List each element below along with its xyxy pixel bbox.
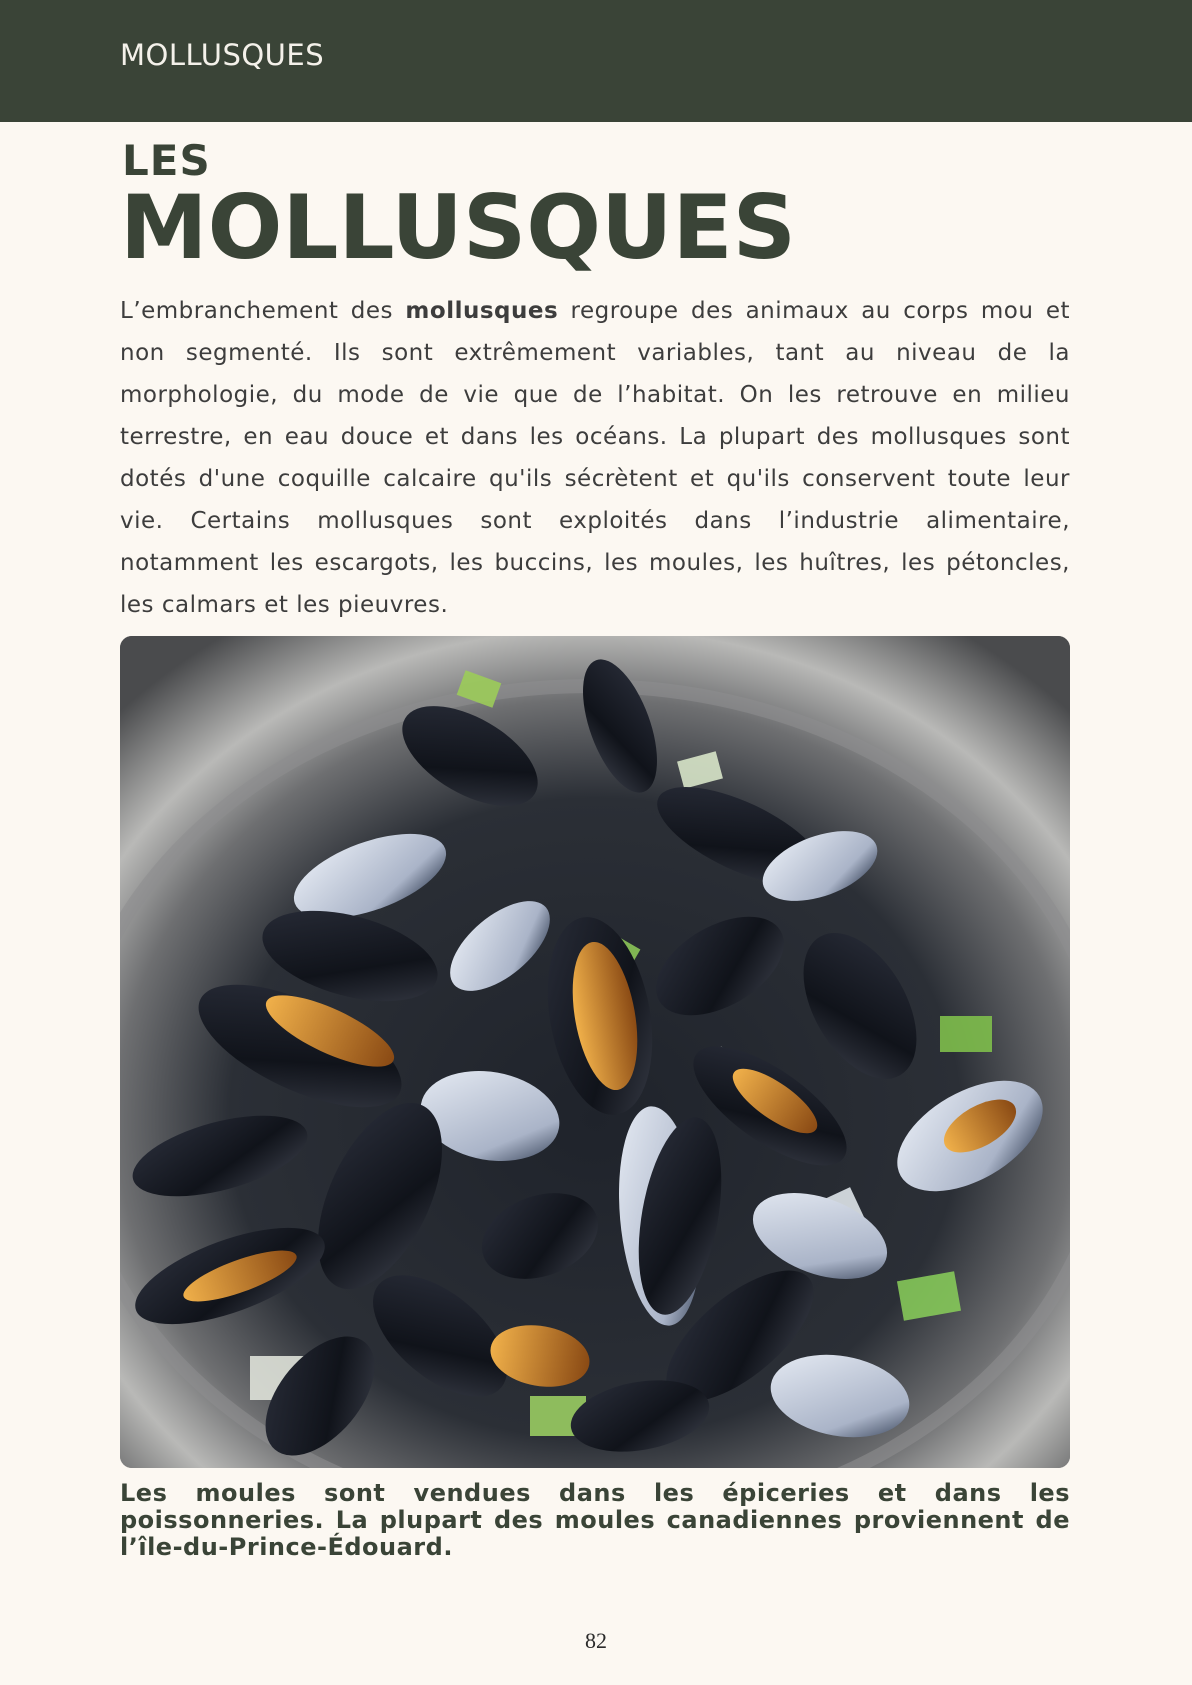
photo-caption: Les moules sont vendues dans les épiceri… bbox=[120, 1479, 1070, 1561]
mussels-illustration bbox=[120, 636, 1070, 1468]
page-title: MOLLUSQUES bbox=[120, 176, 796, 279]
mussels-photo bbox=[120, 636, 1070, 1468]
running-head: MOLLUSQUES bbox=[120, 38, 325, 72]
page-number: 82 bbox=[585, 1628, 607, 1653]
intro-text-rest: regroupe des animaux au corps mou et non… bbox=[120, 298, 1070, 618]
intro-bold-term: mollusques bbox=[405, 298, 559, 324]
intro-text-start: L’embranchement des bbox=[120, 298, 406, 324]
intro-paragraph: L’embranchement des mollusques regroupe … bbox=[120, 290, 1070, 626]
header-band: MOLLUSQUES bbox=[0, 0, 1192, 122]
